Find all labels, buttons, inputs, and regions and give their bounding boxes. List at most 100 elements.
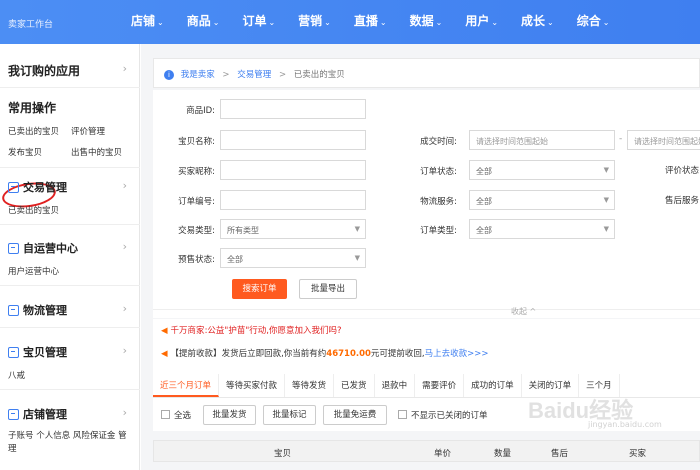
col-buyer: 买家	[629, 449, 647, 459]
nav-live[interactable]: 直播 ⌄	[348, 0, 393, 44]
sidebar: 我订购的应用 › 常用操作 已卖出的宝贝 评价管理 发布宝贝 出售中的宝贝 交易管…	[0, 44, 140, 470]
batch-free-shipping-button[interactable]: 批量免运费	[323, 405, 387, 425]
shop-mgmt-links[interactable]: 子账号 个人信息 风险保证金 管理	[8, 430, 134, 456]
tab-awaiting-payment[interactable]: 等待买家付款	[219, 374, 286, 397]
table-header: 宝贝 单价 数量 售后 买家	[153, 440, 700, 462]
item-icon	[8, 346, 19, 358]
presale-status-label: 预售状态:	[178, 255, 215, 265]
chevron-right-icon: ›	[122, 62, 127, 75]
order-status-select[interactable]: 全部 ▼	[469, 160, 615, 180]
link-bajie[interactable]: 八戒	[8, 369, 25, 381]
breadcrumb-seller[interactable]: 我是卖家	[181, 70, 215, 80]
truck-icon	[8, 304, 19, 316]
link-sold-items[interactable]: 已卖出的宝贝	[8, 125, 59, 137]
brand-title[interactable]: 卖家工作台	[8, 17, 53, 30]
breadcrumb-current: 已卖出的宝贝	[293, 70, 345, 80]
tab-awaiting-shipment[interactable]: 等待发货	[285, 374, 335, 397]
presale-status-select[interactable]: 全部 ▼	[220, 248, 366, 268]
date-end-input[interactable]: 请选择时间范围起始	[627, 130, 700, 150]
nav-users[interactable]: 用户 ⌄	[459, 0, 504, 44]
megaphone-icon: ◀	[161, 326, 168, 336]
col-quantity: 数量	[494, 449, 512, 459]
sidebar-section-self-ops[interactable]: 自运营中心	[8, 240, 78, 256]
order-status-label: 订单状态:	[420, 167, 457, 177]
col-price: 单价	[434, 449, 452, 459]
dropdown-arrow-icon: ▼	[354, 254, 360, 262]
tab-needs-review[interactable]: 需要评价	[415, 374, 465, 397]
dropdown-arrow-icon: ▼	[603, 225, 609, 233]
order-no-input[interactable]	[220, 190, 366, 210]
chevron-right-icon: ›	[122, 240, 127, 253]
nav-shop[interactable]: 店铺 ⌄	[125, 0, 170, 44]
hide-closed-checkbox[interactable]	[398, 410, 407, 419]
col-after-sale: 售后	[551, 449, 569, 459]
divider	[0, 224, 140, 225]
divider	[0, 285, 140, 286]
nav-orders[interactable]: 订单 ⌄	[236, 0, 281, 44]
trade-type-select[interactable]: 所有类型 ▼	[220, 219, 366, 239]
chevron-right-icon: ›	[122, 302, 127, 315]
nav-data[interactable]: 数据 ⌄	[404, 0, 449, 44]
chevron-down-icon: ⌄	[435, 18, 443, 27]
sidebar-section-shop[interactable]: 店铺管理	[8, 406, 67, 422]
sidebar-section-logistics[interactable]: 物流管理	[8, 302, 67, 318]
col-item: 宝贝	[274, 449, 292, 459]
search-form: 商品ID: 宝贝名称: 买家昵称: 订单编号: 交易类型: 所有类型 ▼ 预售状态…	[153, 90, 700, 318]
divider	[153, 309, 700, 310]
date-range-separator: -	[619, 134, 623, 144]
sidebar-section-trade[interactable]: 交易管理	[8, 179, 67, 195]
chevron-right-icon: ›	[122, 179, 127, 192]
baidu-watermark-url: jingyan.baidu.com	[588, 420, 662, 429]
batch-ship-button[interactable]: 批量发货	[203, 405, 256, 425]
nav-general[interactable]: 综合 ⌄	[571, 0, 616, 44]
link-items-on-sale[interactable]: 出售中的宝贝	[71, 146, 122, 158]
top-navbar: 卖家工作台 店铺 ⌄ 商品 ⌄ 订单 ⌄ 营销 ⌄ 直播 ⌄ 数据 ⌄ 用户 ⌄ 成长 ⌄ 综合…	[0, 0, 700, 44]
my-apps-header[interactable]: 我订购的应用 ›	[0, 44, 139, 78]
nav-marketing[interactable]: 营销 ⌄	[292, 0, 337, 44]
item-name-label: 宝贝名称:	[178, 137, 215, 147]
deal-time-label: 成交时间:	[420, 137, 457, 147]
notice-early-payment: ◀ 【提前收款】发货后立即回款,你当前有约46710.00元可提前收回,马上去收款…	[161, 349, 489, 359]
tab-successful[interactable]: 成功的订单	[464, 374, 522, 397]
divider	[0, 87, 140, 88]
item-name-input[interactable]	[220, 130, 366, 150]
collect-payment-link[interactable]: 马上去收款>>>	[425, 349, 489, 359]
link-publish-item[interactable]: 发布宝贝	[8, 146, 42, 158]
tab-shipped[interactable]: 已发货	[334, 374, 375, 397]
search-orders-button[interactable]: 搜索订单	[232, 279, 287, 299]
nav-products[interactable]: 商品 ⌄	[181, 0, 226, 44]
batch-export-button[interactable]: 批量导出	[299, 279, 357, 299]
info-icon: i	[164, 70, 174, 80]
order-type-select[interactable]: 全部 ▼	[469, 219, 615, 239]
logistics-select[interactable]: 全部 ▼	[469, 190, 615, 210]
batch-mark-button[interactable]: 批量标记	[263, 405, 316, 425]
product-id-input[interactable]	[220, 99, 366, 119]
notice-charity[interactable]: ◀ 千万商家:公益"护苗"行动,你愿意加入我们吗?	[161, 324, 341, 336]
collapse-toggle[interactable]: 收起 ^	[511, 306, 536, 317]
order-type-label: 订单类型:	[420, 226, 457, 236]
chevron-right-icon: ›	[122, 344, 127, 357]
link-user-ops-center[interactable]: 用户运营中心	[8, 265, 59, 277]
select-all-checkbox[interactable]	[161, 410, 170, 419]
trade-type-label: 交易类型:	[178, 226, 215, 236]
trade-icon	[8, 181, 19, 193]
tab-refunding[interactable]: 退款中	[375, 374, 416, 397]
divider	[0, 327, 140, 328]
nav-growth[interactable]: 成长 ⌄	[515, 0, 560, 44]
tab-last-three-months[interactable]: 近三个月订单	[153, 374, 220, 397]
breadcrumb: i 我是卖家 > 交易管理 > 已卖出的宝贝	[153, 58, 700, 88]
sidebar-section-items[interactable]: 宝贝管理	[8, 344, 67, 360]
date-start-input[interactable]: 请选择时间范围起始	[469, 130, 615, 150]
breadcrumb-trade[interactable]: 交易管理	[237, 70, 271, 80]
link-review-mgmt[interactable]: 评价管理	[71, 125, 105, 137]
chevron-down-icon: ⌄	[268, 18, 276, 27]
dropdown-arrow-icon: ▼	[603, 166, 609, 174]
divider	[0, 389, 140, 390]
chevron-down-icon: ⌄	[602, 18, 610, 27]
after-sale-label: 售后服务	[665, 196, 700, 206]
link-sold-items-sub[interactable]: 已卖出的宝贝	[8, 204, 59, 216]
self-ops-icon	[8, 242, 19, 254]
buyer-nick-input[interactable]	[220, 160, 366, 180]
product-id-label: 商品ID:	[186, 106, 215, 116]
shop-icon	[8, 408, 19, 420]
